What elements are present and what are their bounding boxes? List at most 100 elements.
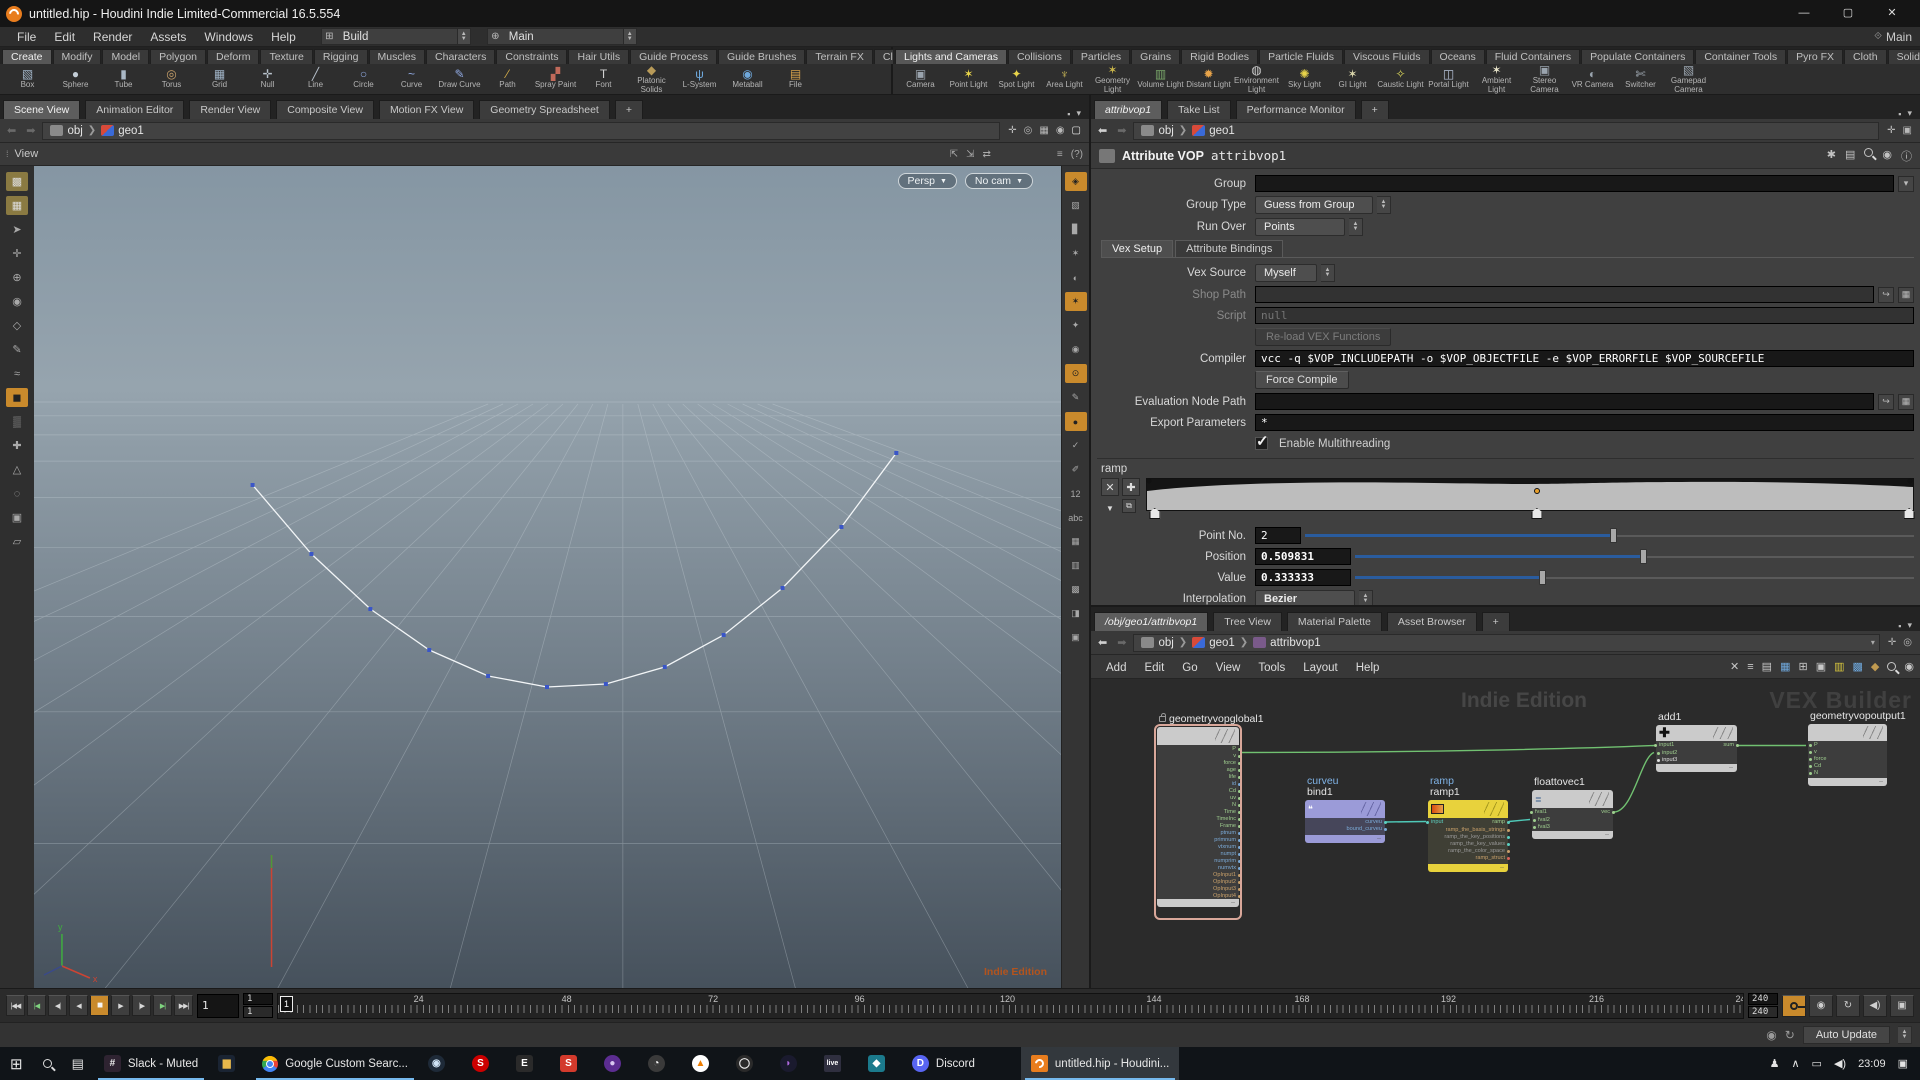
spinner-icon[interactable]: ▲ ▼ <box>1377 196 1391 214</box>
shelf-tool[interactable]: ✶ Ambient Light <box>1473 64 1520 94</box>
shelf-tool[interactable]: ✺ Sky Light <box>1281 68 1328 89</box>
ramp-copy-icon[interactable]: ⧉ <box>1122 499 1136 513</box>
breadcrumb-geo1[interactable]: geo1 <box>1189 637 1238 649</box>
task-view-button[interactable]: ▤ <box>62 1047 94 1080</box>
recook-icon[interactable]: ↻ <box>1785 1028 1795 1042</box>
sticky-note-icon[interactable]: ▥ <box>1834 660 1844 673</box>
group-list-icon[interactable]: ▩ <box>1065 580 1087 599</box>
shelf-tab[interactable]: Rigid Bodies <box>1181 49 1259 64</box>
output-port[interactable]: OpInput3 <box>1157 886 1241 893</box>
clock[interactable]: 23:09 <box>1858 1058 1886 1070</box>
output-port[interactable]: life <box>1157 774 1241 781</box>
breadcrumb-geo1[interactable]: geo1 <box>1189 125 1238 137</box>
snapshot-icon[interactable]: ▣ <box>6 508 28 527</box>
input-port[interactable]: input2 <box>1656 750 1737 757</box>
force-compile-button[interactable]: Force Compile <box>1255 371 1349 389</box>
shelf-tab[interactable]: Create <box>2 49 52 64</box>
pane-tab[interactable]: Animation Editor <box>85 100 185 119</box>
multithreading-checkbox[interactable]: ✓ <box>1255 433 1269 450</box>
breadcrumb-obj[interactable]: obj <box>1138 637 1176 649</box>
shelf-tab[interactable]: Polygon <box>150 49 207 64</box>
ramp-delete-point-button[interactable]: ✕ <box>1101 478 1119 496</box>
sculpt-icon[interactable]: ≈ <box>6 364 28 383</box>
pane-maximize-icon[interactable]: ▪ <box>1067 109 1070 119</box>
points-display-icon[interactable]: ⊙ <box>1064 364 1087 383</box>
taskbar-chrome[interactable]: Google Custom Searc... <box>252 1047 418 1080</box>
grid-snap-icon[interactable]: ⊞ <box>1798 660 1807 673</box>
shelf-tab[interactable]: Modify <box>52 49 102 64</box>
output-port[interactable]: Frame <box>1157 823 1241 830</box>
menu-item[interactable]: Assets <box>141 30 195 44</box>
pin-icon[interactable]: ✛ <box>1888 637 1896 648</box>
reload-vex-button[interactable]: Re-load VEX Functions <box>1255 328 1392 346</box>
output-port[interactable]: force <box>1157 760 1241 767</box>
stop-button[interactable]: ■ <box>90 995 109 1016</box>
shelf-tool[interactable]: ▤ File <box>772 68 819 89</box>
follow-icon[interactable]: ◎ <box>1903 637 1912 648</box>
pane-tab[interactable]: + <box>1360 100 1389 119</box>
shelf-tool[interactable]: ◍ Environment Light <box>1233 64 1280 94</box>
ramp-point-end[interactable] <box>1907 478 1913 484</box>
output-port[interactable]: bound_curveu <box>1305 826 1387 833</box>
network-icon[interactable]: ▭ <box>1812 1057 1822 1070</box>
output-port[interactable]: ramp_the_key_positions <box>1428 834 1510 841</box>
search-icon[interactable] <box>1887 662 1897 671</box>
output-port[interactable]: OpInput1 <box>1157 872 1241 879</box>
shelf-tab[interactable]: Particles <box>1071 49 1131 64</box>
playbar-prefs-button[interactable]: ▣ <box>1890 994 1914 1017</box>
range-subend-field[interactable] <box>1748 1006 1778 1018</box>
position-slider[interactable] <box>1355 548 1914 565</box>
network-menu-item[interactable]: Edit <box>1135 662 1173 674</box>
pane-tab[interactable]: Scene View <box>3 100 81 119</box>
network-menu-item[interactable]: Layout <box>1294 662 1347 674</box>
spinner-icon[interactable]: ▲ ▼ <box>622 29 636 44</box>
loop-mode-button[interactable]: ↻ <box>1836 994 1860 1017</box>
tools-icon[interactable]: ✕ <box>1730 660 1739 673</box>
output-port[interactable]: ramp_struct <box>1428 855 1510 862</box>
taskbar-gog[interactable]: ● <box>594 1047 638 1080</box>
menu-item[interactable]: File <box>8 30 45 44</box>
output-port[interactable]: numprim <box>1157 858 1241 865</box>
taskbar-app-red-square[interactable]: S <box>550 1047 594 1080</box>
colors-icon[interactable]: ▦ <box>1780 660 1790 673</box>
path-field[interactable]: obj ❯ geo1 <box>42 121 1001 140</box>
ramp-collapse-icon[interactable]: ▼ <box>1101 499 1119 517</box>
spinner-icon[interactable]: ▲ ▼ <box>1349 218 1363 236</box>
shelf-tab[interactable]: Viscous Fluids <box>1344 49 1430 64</box>
network-menu-item[interactable]: Help <box>1347 662 1389 674</box>
close-button[interactable]: ✕ <box>1870 0 1914 27</box>
comb-icon[interactable]: ▒ <box>6 412 28 431</box>
path-menu-icon[interactable]: ▾ <box>1871 638 1875 647</box>
taskbar-obs[interactable]: ◔ <box>638 1047 682 1080</box>
shelf-tab[interactable]: Solid <box>1887 49 1920 64</box>
op-jump-icon[interactable]: ↪ <box>1878 393 1894 410</box>
shelf-tool[interactable]: ✛ Null <box>244 68 291 89</box>
back-icon[interactable]: ⬅ <box>1095 636 1110 649</box>
node-name-field[interactable]: attribvop1 <box>1211 148 1286 163</box>
shelf-tool[interactable]: ● Sphere <box>52 68 99 89</box>
export-params-input[interactable] <box>1255 414 1914 431</box>
lighting-icon[interactable]: ✶ <box>1064 292 1087 311</box>
point-numbers-icon[interactable]: 12 <box>1065 484 1087 503</box>
overview-camera-icon[interactable]: ◉ <box>1904 660 1914 673</box>
lock-icon[interactable]: ▊ <box>1065 220 1087 239</box>
pin-icon[interactable]: ✛ <box>1008 125 1016 136</box>
play-button[interactable]: ▶ <box>111 995 130 1016</box>
output-port[interactable]: id <box>1157 781 1241 788</box>
output-port[interactable]: ptnum <box>1157 830 1241 837</box>
eval-node-path-input[interactable] <box>1255 393 1874 410</box>
shelf-tab[interactable]: Muscles <box>368 49 426 64</box>
param-subtab[interactable]: Attribute Bindings <box>1175 240 1284 257</box>
shelf-tool[interactable]: ◎ Torus <box>148 68 195 89</box>
output-port[interactable]: OpInput2 <box>1157 879 1241 886</box>
input-port[interactable]: fval2 <box>1532 817 1613 824</box>
shelf-tool[interactable]: ▣ Camera <box>897 68 944 89</box>
shelf-tool[interactable]: ✦ Spot Light <box>993 68 1040 89</box>
image-bg-icon[interactable]: ▣ <box>1816 660 1826 673</box>
shelf-tool[interactable]: ψ L-System <box>676 68 723 89</box>
shelf-tool[interactable]: ○ Circle <box>340 68 387 89</box>
output-port[interactable]: primnum <box>1157 837 1241 844</box>
normals-icon[interactable]: ✓ <box>1065 436 1087 455</box>
output-port[interactable]: N <box>1157 802 1241 809</box>
follow-icon[interactable]: ◎ <box>1024 125 1033 136</box>
